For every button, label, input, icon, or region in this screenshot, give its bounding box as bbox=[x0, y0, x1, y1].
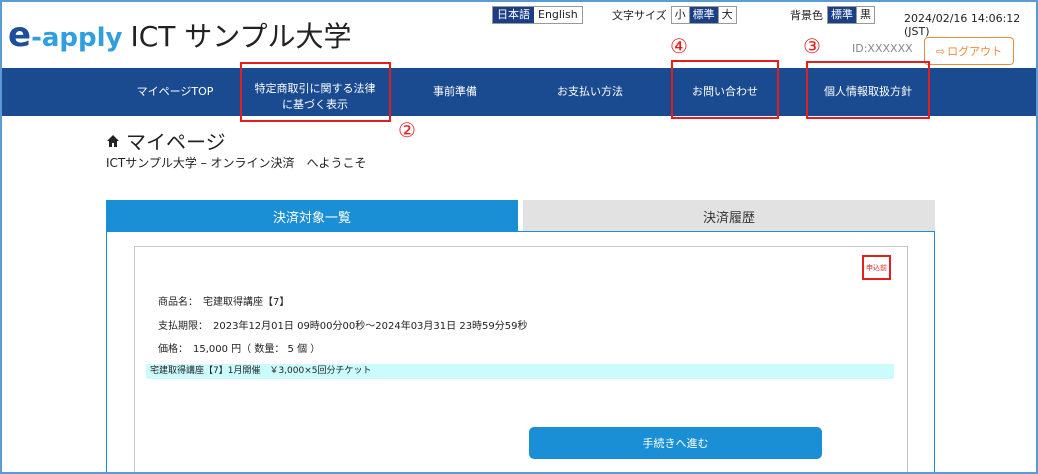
bg-black[interactable]: 黒 bbox=[856, 7, 874, 23]
lang-japanese[interactable]: 日本語 bbox=[493, 7, 534, 23]
tab-label: 決済履歴 bbox=[702, 210, 755, 226]
main-nav: マイページTOP 特定商取引に関する法律 に基づく表示 事前準備 お支払い方法 … bbox=[0, 68, 1038, 116]
payment-deadline: 支払期限： 2023年12月01日 09時00分00秒～2024年03月31日 … bbox=[158, 321, 528, 332]
nav-label: 事前準備 bbox=[433, 85, 477, 98]
home-icon bbox=[106, 134, 120, 148]
nav-privacy-policy[interactable]: 個人情報取扱方針 bbox=[807, 68, 929, 116]
proceed-button[interactable]: 手続きへ進む bbox=[529, 427, 822, 459]
tab-payment-history[interactable]: 決済履歴 bbox=[523, 200, 935, 232]
nav-label: 個人情報取扱方針 bbox=[824, 85, 912, 98]
ticket-description: 宅建取得講座【7】1月開催 ￥3,000×5回分チケット bbox=[146, 364, 894, 379]
page-title-row: マイページ bbox=[106, 126, 226, 155]
font-size-standard[interactable]: 標準 bbox=[688, 7, 718, 23]
user-id: ID:XXXXXX bbox=[852, 42, 913, 55]
page-title: マイページ bbox=[126, 130, 226, 154]
language-switcher: 日本語 English bbox=[492, 6, 583, 24]
font-size-control: 文字サイズ 小 標準 大 bbox=[612, 6, 737, 24]
bg-color-options: 標準 黒 bbox=[827, 6, 875, 24]
nav-preparation[interactable]: 事前準備 bbox=[410, 68, 500, 116]
price-info: 価格： 15,000 円（ 数量： 5 個 ） bbox=[158, 344, 321, 355]
nav-payment-methods[interactable]: お支払い方法 bbox=[540, 68, 640, 116]
nav-label: 特定商取引に関する法律 bbox=[254, 82, 376, 95]
logout-button[interactable]: ⇨ ログアウト bbox=[924, 37, 1014, 65]
current-datetime: 2024/02/16 14:06:12 (JST) bbox=[904, 12, 1021, 38]
font-size-large[interactable]: 大 bbox=[717, 7, 736, 23]
status-badge: 申込前 bbox=[862, 255, 891, 280]
tab-payment-targets[interactable]: 決済対象一覧 bbox=[106, 200, 518, 232]
logout-icon: ⇨ bbox=[935, 44, 946, 58]
site-logo[interactable]: e -apply ICT サンプル大学 bbox=[8, 18, 351, 52]
logout-label: ログアウト bbox=[947, 45, 1003, 58]
nav-commercial-law[interactable]: 特定商取引に関する法律 に基づく表示 bbox=[240, 68, 390, 116]
annotation-number-3: ③ bbox=[803, 34, 821, 58]
font-size-options: 小 標準 大 bbox=[670, 6, 737, 24]
nav-label: マイページTOP bbox=[136, 85, 214, 98]
annotation-number-2: ② bbox=[398, 118, 416, 142]
product-name: 商品名： 宅建取得講座【7】 bbox=[158, 297, 290, 308]
nav-label: お支払い方法 bbox=[557, 85, 623, 98]
nav-label: お問い合わせ bbox=[692, 85, 758, 98]
header: e -apply ICT サンプル大学 日本語 English 文字サイズ 小 … bbox=[0, 0, 1038, 68]
font-size-small[interactable]: 小 bbox=[672, 7, 689, 23]
proceed-label: 手続きへ進む bbox=[642, 437, 709, 450]
logo-apply: -apply bbox=[31, 23, 123, 53]
welcome-message: ICTサンプル大学 – オンライン決済 へようこそ bbox=[106, 156, 367, 170]
bg-standard[interactable]: 標準 bbox=[828, 7, 856, 23]
nav-label-line2: に基づく表示 bbox=[282, 98, 348, 111]
annotation-number-4: ④ bbox=[670, 34, 688, 58]
bg-color-label: 背景色 bbox=[790, 9, 823, 22]
font-size-label: 文字サイズ bbox=[612, 9, 667, 22]
tab-label: 決済対象一覧 bbox=[272, 210, 351, 226]
university-name: ICT サンプル大学 bbox=[130, 20, 352, 53]
nav-contact[interactable]: お問い合わせ bbox=[672, 68, 778, 116]
background-color-control: 背景色 標準 黒 bbox=[790, 6, 875, 24]
lang-english[interactable]: English bbox=[534, 7, 582, 23]
logo-e: e bbox=[8, 15, 32, 55]
nav-mypage-top[interactable]: マイページTOP bbox=[120, 68, 230, 116]
